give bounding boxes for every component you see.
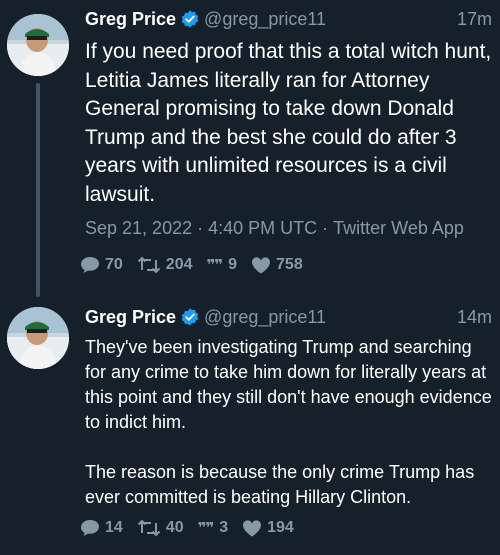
reply-button[interactable]: 14 <box>80 519 123 537</box>
avatar[interactable] <box>7 307 69 369</box>
meta-separator: · <box>322 218 329 238</box>
quote-icon: ❞❞ <box>197 520 215 537</box>
display-name[interactable]: Greg Price <box>85 307 176 327</box>
tweet-clock-time[interactable]: 4:40 PM UTC <box>208 218 317 238</box>
reply-count: 14 <box>105 519 123 536</box>
retweet-count: 40 <box>165 519 184 536</box>
quote-icon: ❞❞ <box>206 257 224 274</box>
like-button[interactable]: 194 <box>242 519 294 537</box>
like-button[interactable]: 758 <box>251 256 303 274</box>
meta-separator: · <box>197 218 204 238</box>
retweet-button[interactable]: 204 <box>137 256 193 274</box>
retweet-button[interactable]: 40 <box>137 519 184 537</box>
tweet-text: If you need proof that this a total witc… <box>85 40 492 206</box>
quote-button[interactable]: ❞❞ 3 <box>198 519 229 537</box>
tweet-actions: 70 204 ❞❞ 9 758 <box>80 253 317 277</box>
relative-time[interactable]: 14m <box>457 305 492 329</box>
display-name[interactable]: Greg Price <box>85 9 176 29</box>
like-count: 194 <box>267 519 294 536</box>
retweet-icon <box>137 519 161 537</box>
verified-badge-icon <box>181 308 199 326</box>
avatar[interactable] <box>7 14 69 76</box>
tweet-header: Greg Price @greg_price11 17m <box>85 7 492 31</box>
tweet-text: They've been investigating Trump and sea… <box>85 337 492 507</box>
tweet[interactable]: Greg Price @greg_price11 14m They've been… <box>0 297 500 555</box>
reply-icon <box>81 520 99 536</box>
user-handle[interactable]: @greg_price11 <box>204 307 326 327</box>
heart-icon <box>243 520 262 537</box>
quote-count: 9 <box>228 256 238 273</box>
tweet-date[interactable]: Sep 21, 2022 <box>85 218 192 238</box>
tweet-client[interactable]: Twitter Web App <box>333 218 464 238</box>
tweet-header: Greg Price @greg_price11 14m <box>85 305 492 329</box>
quote-count: 3 <box>219 519 229 536</box>
tweet-actions: 14 40 ❞❞ 3 194 <box>80 516 308 540</box>
reply-icon <box>81 257 99 273</box>
reply-count: 70 <box>105 256 123 273</box>
heart-icon <box>252 257 271 274</box>
tweet[interactable]: Greg Price @greg_price11 17m If you need … <box>0 0 500 290</box>
retweet-icon <box>137 256 161 274</box>
relative-time[interactable]: 17m <box>457 7 492 31</box>
verified-badge-icon <box>181 10 199 28</box>
quote-button[interactable]: ❞❞ 9 <box>207 256 238 274</box>
tweet-meta: Sep 21, 2022 · 4:40 PM UTC · Twitter Web App <box>85 218 464 239</box>
user-handle[interactable]: @greg_price11 <box>204 9 326 29</box>
reply-button[interactable]: 70 <box>80 256 123 274</box>
retweet-count: 204 <box>165 256 193 273</box>
like-count: 758 <box>276 256 303 273</box>
